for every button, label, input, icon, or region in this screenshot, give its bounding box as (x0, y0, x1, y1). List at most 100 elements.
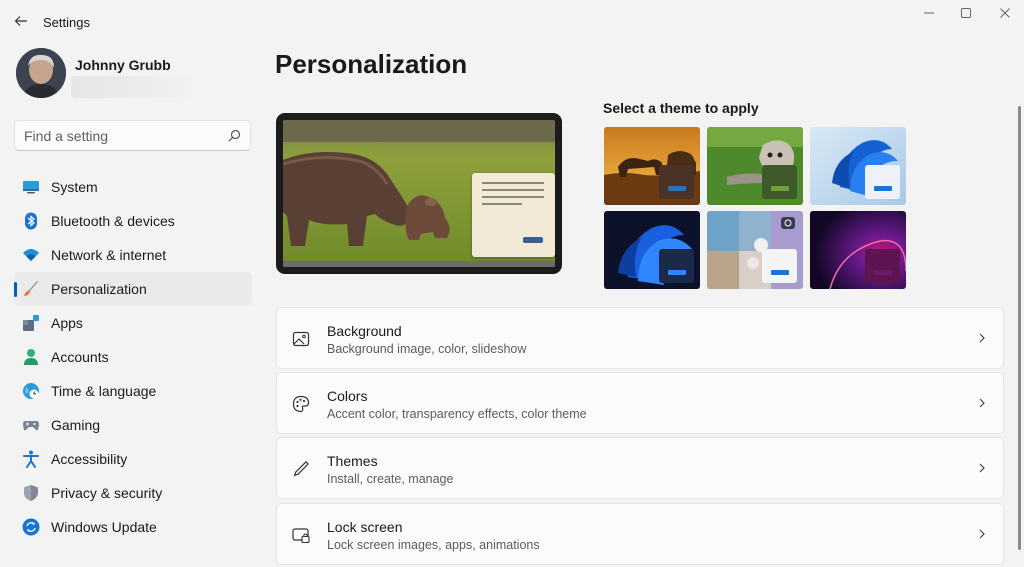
theme-mini-button (771, 186, 789, 191)
title-bar: Settings (0, 0, 1024, 44)
scrollbar[interactable] (1018, 106, 1021, 550)
theme-mini-window (659, 249, 694, 283)
theme-mini-button (874, 186, 892, 191)
theme-dark-bloom[interactable] (604, 211, 700, 289)
card-description: Accent color, transparency effects, colo… (327, 407, 587, 421)
sidebar-item-privacy-security[interactable]: Privacy & security (14, 476, 252, 510)
sidebar-item-label: Apps (51, 315, 83, 331)
sidebar-item-bluetooth-devices[interactable]: Bluetooth & devices (14, 204, 252, 238)
sidebar-item-personalization[interactable]: Personalization (14, 272, 252, 306)
wifi-icon (22, 246, 40, 264)
theme-mini-button (668, 270, 686, 275)
sidebar-item-time-language[interactable]: Time & language (14, 374, 252, 408)
sidebar-item-windows-update[interactable]: Windows Update (14, 510, 252, 544)
chevron-right-icon (979, 398, 985, 408)
theme-mini-window (762, 249, 797, 283)
globe-clock-icon (22, 382, 40, 400)
theme-puppy-grass[interactable] (707, 127, 803, 205)
card-description: Install, create, manage (327, 472, 454, 486)
back-button[interactable] (12, 12, 30, 30)
shield-icon (22, 484, 40, 502)
theme-sunset-savanna[interactable] (604, 127, 700, 205)
chevron-right-icon (979, 529, 985, 539)
card-description: Background image, color, slideshow (327, 342, 527, 356)
maximize-icon (961, 8, 971, 18)
search-input[interactable] (15, 121, 225, 150)
theme-glow[interactable] (810, 211, 906, 289)
avatar-photo (16, 48, 66, 98)
lock-screen-icon (292, 528, 310, 544)
person-icon (22, 348, 40, 366)
sidebar-item-apps[interactable]: Apps (14, 306, 252, 340)
minimize-icon (924, 12, 934, 14)
sidebar-item-label: Privacy & security (51, 485, 163, 501)
apps-icon (22, 314, 40, 332)
sidebar-item-label: Accounts (51, 349, 109, 365)
sidebar-item-label: Accessibility (51, 451, 128, 467)
card-title: Themes (327, 453, 378, 469)
preview-line (482, 203, 522, 205)
preview-window (472, 173, 555, 257)
preview-taskbar (283, 261, 555, 267)
preview-line (482, 189, 544, 191)
pen-icon (293, 461, 309, 477)
preview-line (482, 182, 544, 184)
sidebar-item-label: Windows Update (51, 519, 157, 535)
accessibility-icon (22, 450, 40, 468)
sidebar-item-accessibility[interactable]: Accessibility (14, 442, 252, 476)
gamepad-icon (22, 416, 40, 434)
brush-icon (22, 280, 40, 298)
sidebar-item-label: Network & internet (51, 247, 167, 263)
theme-mini-window (659, 165, 694, 199)
sidebar-nav: System Bluetooth & devices Network & int… (14, 170, 252, 544)
theme-spotlight-collection[interactable] (707, 211, 803, 289)
preview-window-button (523, 237, 543, 243)
card-title: Colors (327, 388, 368, 404)
sidebar-item-accounts[interactable]: Accounts (14, 340, 252, 374)
chevron-right-icon (979, 333, 985, 343)
sidebar-item-system[interactable]: System (14, 170, 252, 204)
app-title: Settings (43, 15, 90, 30)
desktop-preview (283, 120, 555, 267)
close-button[interactable] (993, 4, 1017, 22)
close-icon (1000, 8, 1010, 18)
sidebar-item-label: System (51, 179, 98, 195)
sidebar-item-label: Bluetooth & devices (51, 213, 175, 229)
theme-mini-button (874, 270, 892, 275)
image-icon (292, 331, 310, 347)
minimize-button[interactable] (917, 4, 941, 22)
theme-mini-window (762, 165, 797, 199)
sidebar-item-label: Gaming (51, 417, 101, 433)
theme-preview (276, 113, 562, 274)
card-title: Lock screen (327, 519, 403, 535)
themes-heading: Select a theme to apply (603, 100, 759, 116)
bluetooth-icon (22, 212, 40, 230)
themes-card[interactable]: Themes Install, create, manage (276, 437, 1004, 499)
colors-card[interactable]: Colors Accent color, transparency effect… (276, 372, 1004, 434)
card-title: Background (327, 323, 402, 339)
preview-line (482, 196, 544, 198)
sidebar-item-gaming[interactable]: Gaming (14, 408, 252, 442)
chevron-right-icon (979, 463, 985, 473)
monitor-icon (22, 178, 40, 196)
search-box (14, 120, 251, 151)
sidebar-item-label: Time & language (51, 383, 157, 399)
theme-mini-window (865, 249, 900, 283)
lock-screen-card[interactable]: Lock screen Lock screen images, apps, an… (276, 503, 1004, 565)
update-icon (22, 518, 40, 536)
theme-mini-button (668, 186, 686, 191)
theme-mini-window (865, 165, 900, 199)
user-email-redacted (71, 76, 191, 98)
avatar[interactable] (16, 48, 66, 98)
palette-icon (292, 395, 310, 413)
card-description: Lock screen images, apps, animations (327, 538, 540, 552)
background-card[interactable]: Background Background image, color, slid… (276, 307, 1004, 369)
theme-mini-button (771, 270, 789, 275)
sidebar-item-label: Personalization (51, 281, 147, 297)
search-icon[interactable] (228, 129, 241, 142)
back-arrow-icon (14, 16, 27, 26)
maximize-button[interactable] (954, 4, 978, 22)
page-title: Personalization (275, 49, 468, 79)
theme-light-bloom[interactable] (810, 127, 906, 205)
sidebar-item-network-internet[interactable]: Network & internet (14, 238, 252, 272)
